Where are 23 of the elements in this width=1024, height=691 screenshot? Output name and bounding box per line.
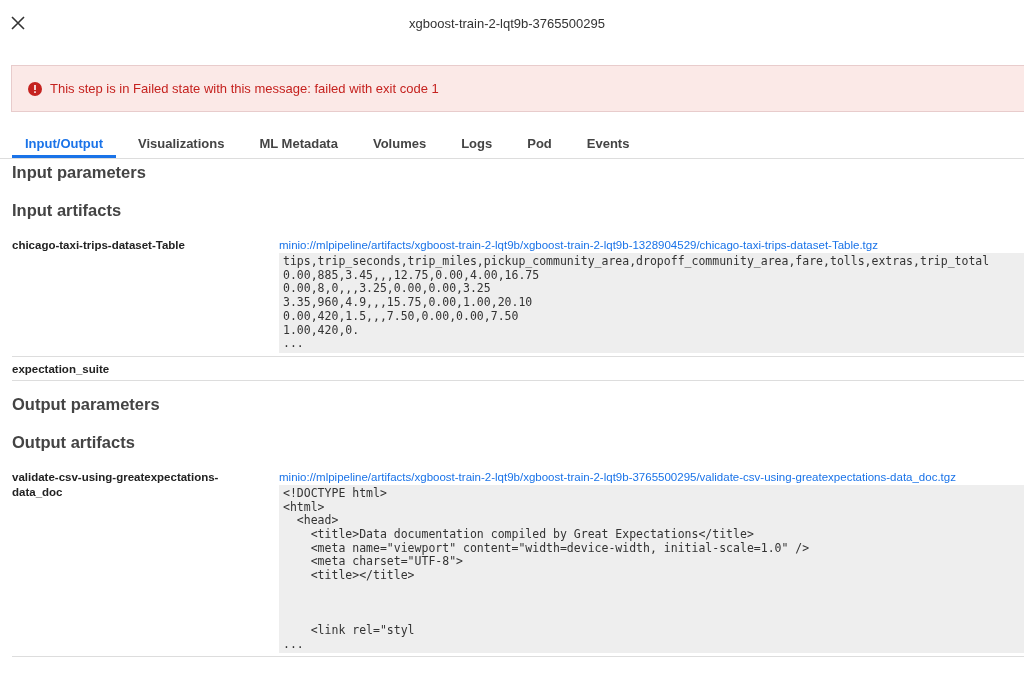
section-title: Output artifacts — [12, 431, 136, 452]
artifact-name: expectation_suite — [12, 361, 111, 377]
error-message: This step is in Failed state with this message: failed with exit code 1 — [50, 81, 439, 96]
artifact-name: validate-csv-using-greatexpectations-data_doc — [12, 469, 220, 500]
close-button[interactable] — [10, 15, 26, 31]
artifact-link[interactable]: minio://mlpipeline/artifacts/xgboost-train-2-lqt9b/xgboost-train-2-lqt9b-3765500295/validate-csv-using-greatexpectations-data_doc.tgz — [279, 469, 1024, 485]
tab[interactable]: Visualizations — [124, 128, 238, 158]
tab[interactable]: Logs — [448, 128, 506, 158]
tab[interactable]: Events — [573, 128, 643, 158]
section-title: Output parameters — [12, 393, 161, 414]
dialog-title: xgboost-train-2-lqt9b-3765500295 — [408, 15, 606, 31]
artifact-preview: <!DOCTYPE html> <html> <head> <title>Data documentation compiled by Great Expectations</title> <meta name="viewport" content="width=device-width, initial-scale=1.0" /> <meta charset="UTF-8"> <title></title> <link rel="styl ... — [279, 484, 1024, 654]
tab[interactable]: Input/Output — [12, 128, 116, 158]
artifact-link[interactable]: minio://mlpipeline/artifacts/xgboost-train-2-lqt9b/xgboost-train-2-lqt9b-1328904529/chicago-taxi-trips-dataset-Table.tgz — [279, 238, 1024, 253]
tab[interactable]: Pod — [514, 128, 565, 158]
tab[interactable]: ML Metadata — [246, 128, 351, 158]
artifact-name: chicago-taxi-trips-dataset-Table — [12, 238, 186, 253]
artifact-preview: tips,trip_seconds,trip_miles,pickup_community_area,dropoff_community_area,fare,tolls,extras,trip_total 0.00,885,3.45,,,12.75,0.00,4.00,16.75 0.00,8,0,,,3.25,0.00,0.00,3.25 3.35,960,4.9,,,15.75,0.00,1.00,20.10 0.00,420,1.5,,,7.50,0.00,0.00,7.50 1.00,420,0. ... — [279, 253, 1024, 353]
tab[interactable]: Volumes — [359, 128, 440, 158]
section-title: Input artifacts — [12, 200, 123, 220]
section-title: Input parameters — [12, 162, 147, 182]
error-icon — [28, 81, 42, 96]
close-icon — [11, 16, 25, 30]
